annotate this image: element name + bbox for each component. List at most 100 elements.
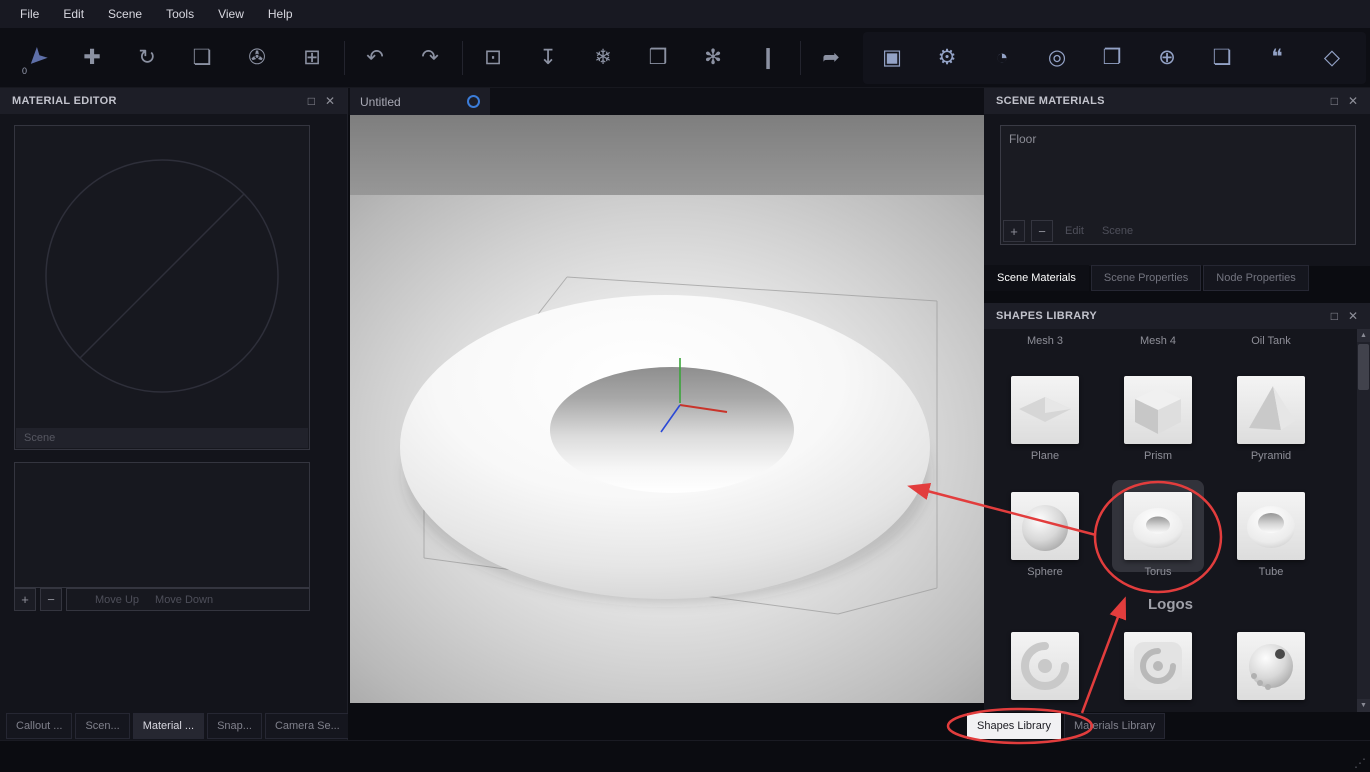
left-dock-tabs: Callout ... Scen... Material ... Snap...…	[6, 713, 353, 739]
tab-scene-properties[interactable]: Scene Properties	[1090, 265, 1202, 291]
tab-snap[interactable]: Snap...	[207, 713, 262, 739]
menu-help[interactable]: Help	[256, 0, 305, 28]
shape-tile-prism[interactable]	[1124, 376, 1192, 444]
pointer-tool-icon[interactable]: ➤ 0	[14, 37, 60, 79]
logos-section-header: Logos	[1148, 596, 1193, 613]
annotation-icon[interactable]: ❝	[1252, 37, 1302, 79]
link-materials-icon[interactable]: ❒	[635, 37, 681, 79]
document-tab-untitled[interactable]: Untitled	[350, 88, 490, 115]
settings-gear-icon[interactable]: ⚙	[922, 37, 972, 79]
shape-label-prism: Prism	[1143, 450, 1173, 462]
float-panel-icon[interactable]: □	[308, 94, 315, 108]
material-list-item-floor[interactable]: Floor	[1001, 126, 1355, 146]
shape-tile-plane[interactable]	[1011, 376, 1079, 444]
edit-material-button[interactable]: Edit	[1059, 220, 1090, 242]
menu-file[interactable]: File	[8, 0, 51, 28]
shape-label-mesh3: Mesh 3	[1026, 335, 1064, 347]
float-panel-icon[interactable]: □	[1331, 309, 1338, 323]
move-down-button[interactable]: Move Down	[155, 594, 213, 606]
tab-callout[interactable]: Callout ...	[6, 713, 73, 739]
shape-tile-pyramid[interactable]	[1237, 376, 1305, 444]
tab-scene[interactable]: Scen...	[75, 713, 130, 739]
menu-scene[interactable]: Scene	[96, 0, 154, 28]
tab-shapes-library[interactable]: Shapes Library	[967, 713, 1061, 739]
tab-node-properties[interactable]: Node Properties	[1203, 265, 1309, 291]
resize-grip-icon[interactable]: ⋰	[1354, 756, 1366, 770]
move-tool-icon[interactable]: ✚	[69, 37, 115, 79]
viewport-region: Untitled	[348, 88, 984, 740]
toolbar-separator	[344, 40, 345, 75]
close-panel-icon[interactable]: ✕	[1348, 94, 1358, 108]
logo-tile-3[interactable]	[1237, 632, 1305, 700]
swirl-logo-icon	[1021, 642, 1069, 690]
menu-edit[interactable]: Edit	[51, 0, 96, 28]
prism-thumbnail-icon	[1135, 388, 1181, 434]
backplate-icon[interactable]: ❏	[1197, 37, 1247, 79]
close-panel-icon[interactable]: ✕	[1348, 309, 1358, 323]
scene-material-button[interactable]: Scene	[1096, 220, 1139, 242]
material-editor-header: MATERIAL EDITOR □ ✕	[0, 88, 347, 114]
shape-label-mesh4: Mesh 4	[1139, 335, 1177, 347]
capture-icon[interactable]: ◎	[1032, 37, 1082, 79]
studded-ball-logo-icon	[1249, 644, 1293, 690]
float-panel-icon[interactable]: □	[1331, 94, 1338, 108]
move-up-button[interactable]: Move Up	[95, 594, 139, 606]
shape-tile-sphere[interactable]	[1011, 492, 1079, 560]
menu-view[interactable]: View	[206, 0, 256, 28]
tab-material[interactable]: Material ...	[132, 713, 205, 739]
torus-object	[400, 295, 930, 599]
add-button[interactable]: +	[14, 588, 36, 611]
shape-label-plane: Plane	[1030, 450, 1060, 462]
viewport-canvas[interactable]	[350, 115, 984, 703]
material-bottle-icon[interactable]: ❙	[745, 37, 791, 79]
scroll-up-icon[interactable]: ▲	[1357, 329, 1370, 342]
shapes-scrollbar[interactable]: ▲ ▼	[1357, 329, 1370, 712]
material-preview[interactable]: Scene	[14, 125, 310, 450]
scene-materials-list[interactable]: Floor + − Edit Scene	[1000, 125, 1356, 245]
tab-scene-materials[interactable]: Scene Materials	[984, 265, 1089, 291]
pyramid-thumbnail-icon	[1249, 386, 1295, 430]
undo-icon[interactable]: ↶	[352, 37, 398, 79]
sphere-thumbnail-icon	[1022, 505, 1068, 551]
tab-materials-library[interactable]: Materials Library	[1064, 713, 1166, 739]
render-icon[interactable]: ◔	[977, 37, 1027, 79]
plane-thumbnail-icon	[1019, 397, 1071, 422]
tab-camera-settings[interactable]: Camera Se...	[264, 713, 350, 739]
shapes-library-grid: Mesh 3 Mesh 4 Oil Tank Plane Prism Pyram…	[984, 329, 1370, 712]
shape-tile-tube[interactable]	[1237, 492, 1305, 560]
material-list-box[interactable]	[14, 462, 310, 588]
scrollbar-thumb[interactable]	[1358, 344, 1369, 390]
duplicate-icon[interactable]: ❏	[179, 37, 225, 79]
shape-tile-torus[interactable]	[1124, 492, 1192, 560]
rotate-tool-icon[interactable]: ↻	[124, 37, 170, 79]
video-camera-icon[interactable]: ✇	[234, 37, 280, 79]
close-panel-icon[interactable]: ✕	[325, 94, 335, 108]
logo-tile-1[interactable]	[1011, 632, 1079, 700]
environment-icon[interactable]: ⊕	[1142, 37, 1192, 79]
shape-label-pyramid: Pyramid	[1250, 450, 1292, 462]
drop-to-floor-icon[interactable]: ↧	[525, 37, 571, 79]
material-scene-row[interactable]: Scene	[16, 428, 308, 448]
scene-nodes-icon[interactable]: ▣	[867, 37, 917, 79]
pattern-icon[interactable]: ✻	[690, 37, 736, 79]
scroll-down-icon[interactable]: ▼	[1357, 699, 1370, 712]
logo-tile-2[interactable]	[1124, 632, 1192, 700]
render-scene	[350, 115, 984, 703]
share-icon[interactable]: ➦	[808, 37, 854, 79]
redo-icon[interactable]: ↷	[407, 37, 453, 79]
add-material-button[interactable]: +	[1003, 220, 1025, 242]
toolbar-right-group: ▣ ⚙ ◔ ◎ ❐ ⊕ ❏ ❝ ◇	[863, 31, 1366, 84]
library-folder-icon[interactable]: ❐	[1087, 37, 1137, 79]
frame-view-icon[interactable]: ⊡	[470, 37, 516, 79]
material-editor-panel: MATERIAL EDITOR □ ✕ Scene + − Move Up Mo…	[0, 88, 350, 740]
modified-indicator-icon	[467, 95, 480, 108]
scene-materials-body: Floor + − Edit Scene	[984, 114, 1370, 266]
remove-material-button[interactable]: −	[1031, 220, 1053, 242]
snowflake-icon[interactable]: ❄	[580, 37, 626, 79]
geometry-cube-icon[interactable]: ◇	[1307, 37, 1357, 79]
add-callout-icon[interactable]: ⊞	[289, 37, 335, 79]
menu-tools[interactable]: Tools	[154, 0, 206, 28]
shape-label-sphere: Sphere	[1027, 566, 1063, 578]
document-tab-label: Untitled	[360, 94, 401, 109]
remove-button[interactable]: −	[40, 588, 62, 611]
